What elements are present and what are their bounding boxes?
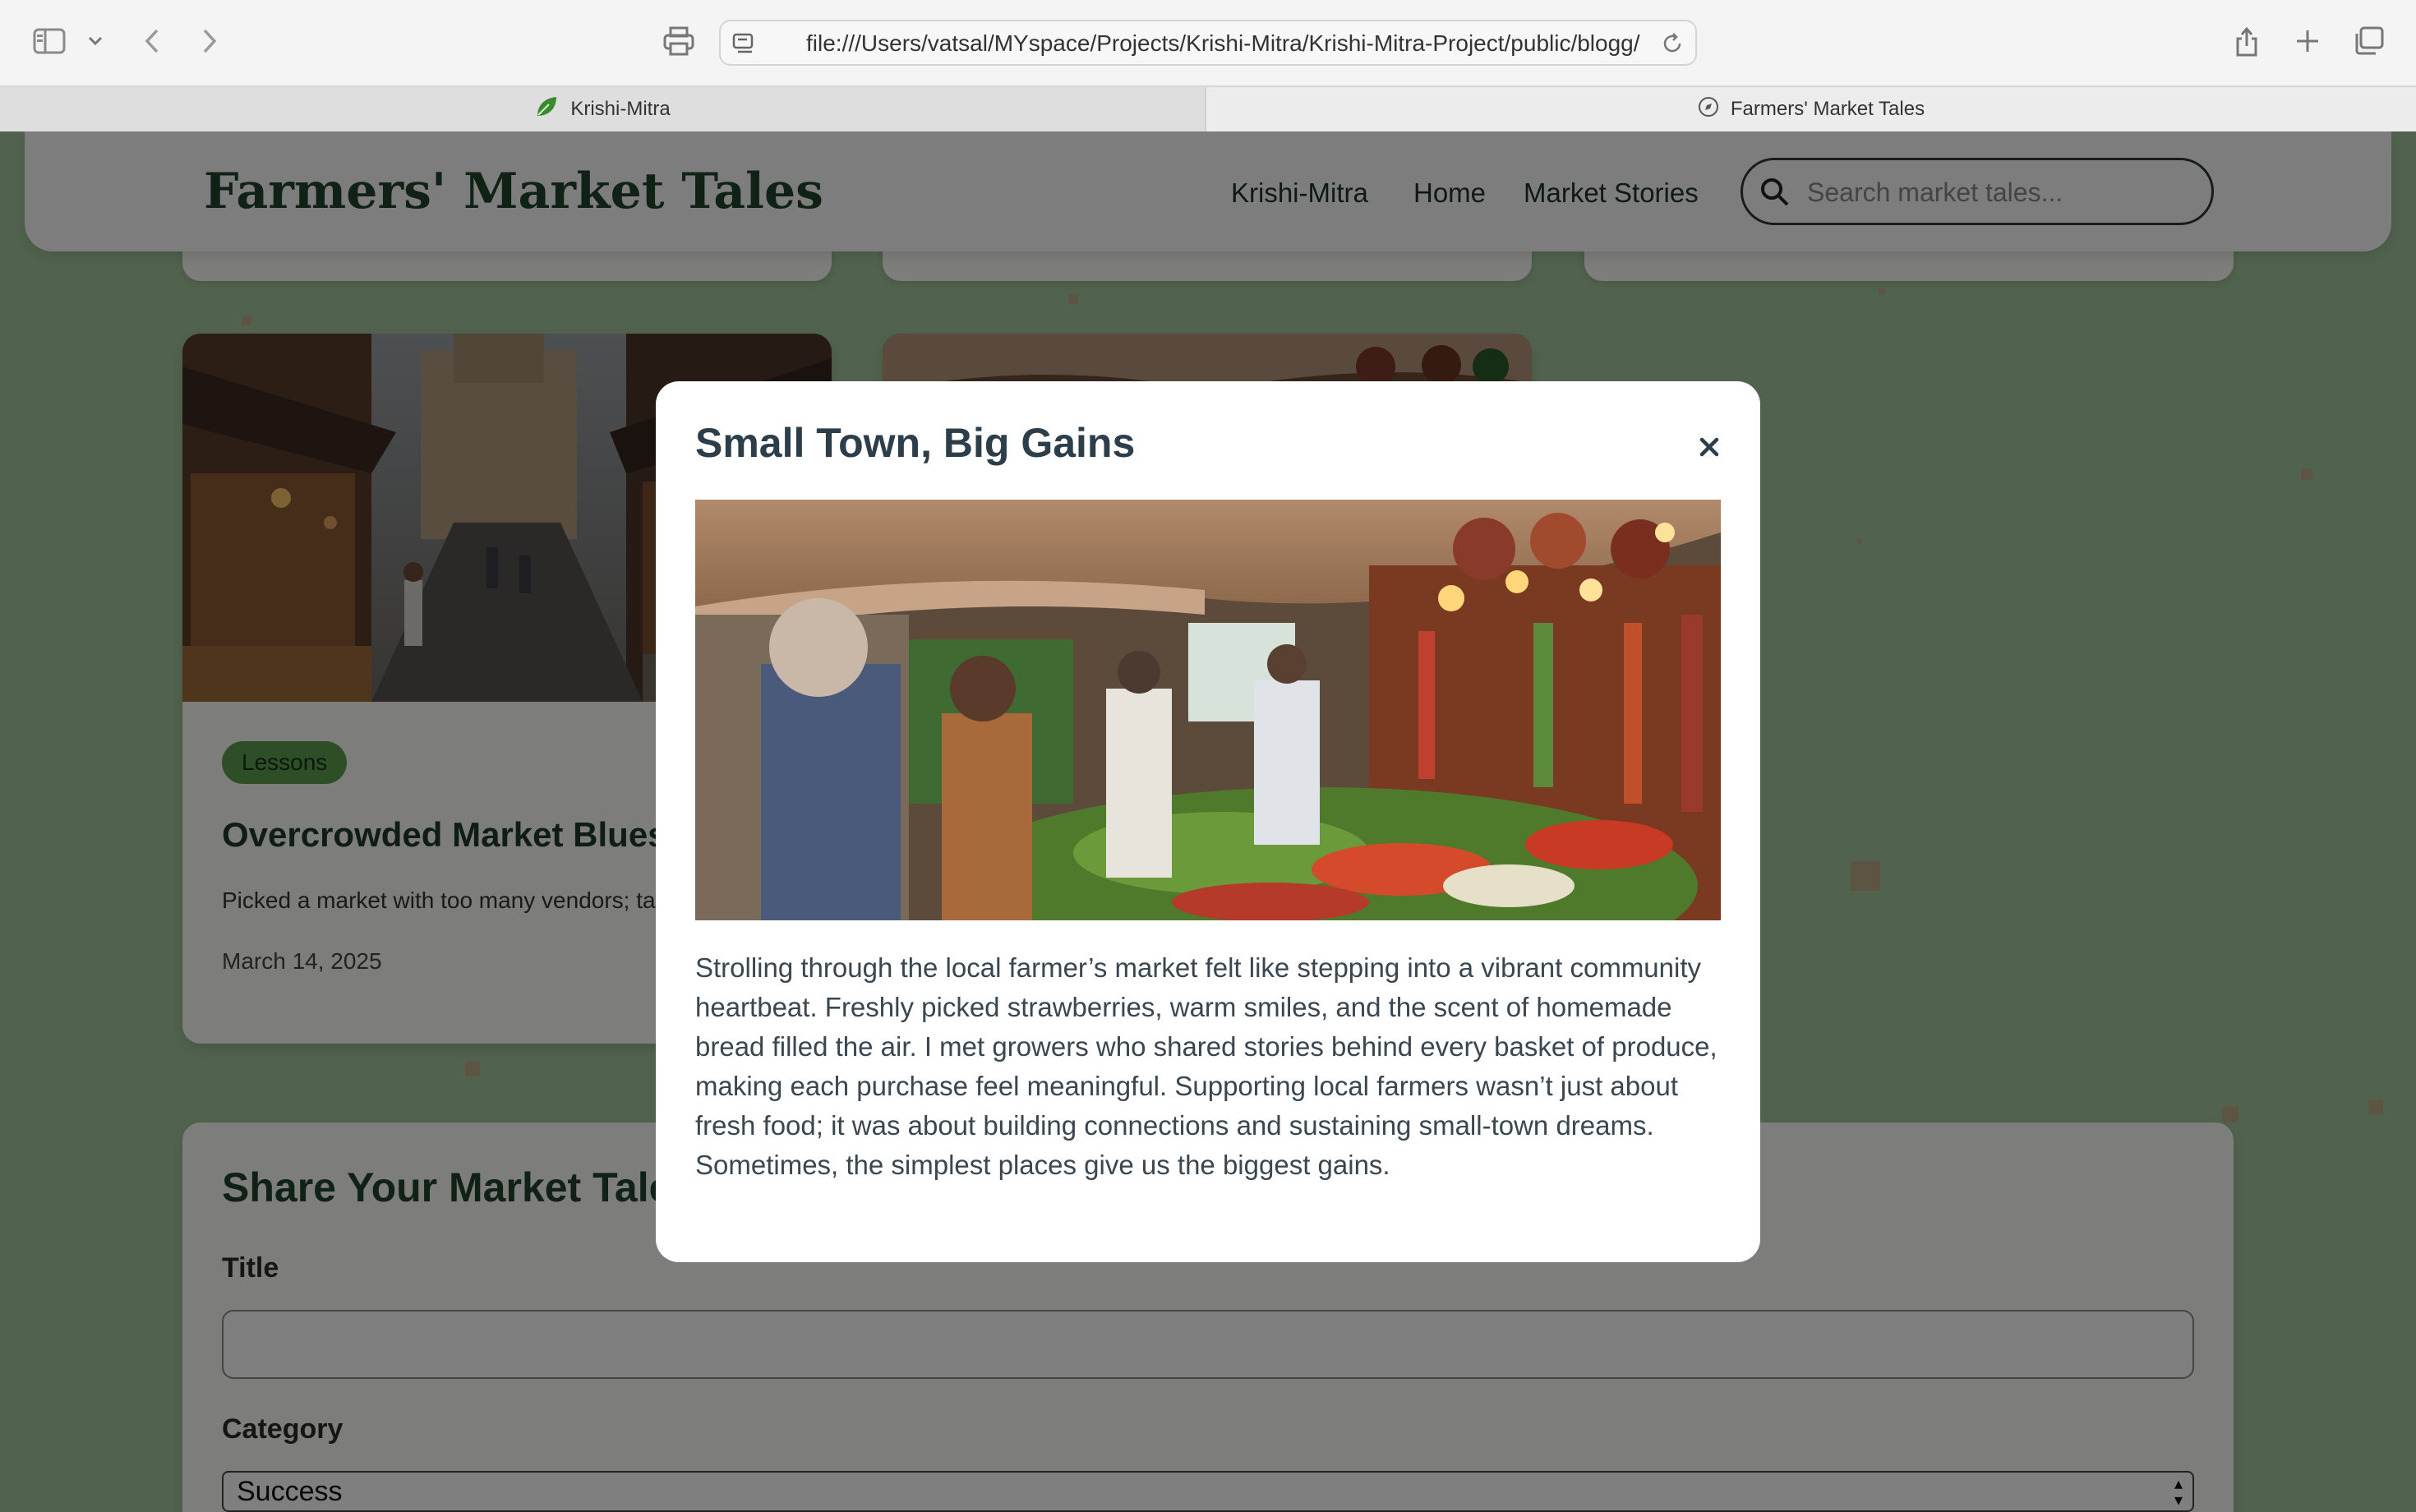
chevron-down-icon[interactable] (85, 31, 105, 51)
forward-icon[interactable] (197, 25, 222, 58)
browser-toolbar: file:///Users/vatsal/MYspace/Projects/Kr… (0, 0, 2416, 85)
tab-overview-icon[interactable] (2350, 25, 2386, 58)
leaf-icon (534, 94, 559, 125)
address-bar[interactable]: file:///Users/vatsal/MYspace/Projects/Kr… (719, 20, 1697, 66)
close-icon[interactable] (1691, 429, 1727, 465)
sidebar-toggle-icon[interactable] (33, 28, 66, 54)
modal-title: Small Town, Big Gains (695, 420, 1136, 466)
tab-label: Farmers' Market Tales (1730, 98, 1925, 120)
story-modal: Small Town, Big Gains Strolling through … (656, 381, 1760, 1262)
tab-bar: Krishi-Mitra Farmers' Market Tales (0, 85, 2416, 131)
tab-farmers-market-tales[interactable]: Farmers' Market Tales (1206, 87, 2416, 131)
url-text: file:///Users/vatsal/MYspace/Projects/Kr… (806, 30, 1640, 56)
back-icon[interactable] (140, 25, 164, 58)
new-tab-icon[interactable] (2291, 25, 2324, 58)
tab-label: Krishi-Mitra (570, 98, 671, 120)
compass-icon (1698, 96, 1719, 123)
page-settings-icon[interactable] (732, 32, 757, 59)
modal-body-text: Strolling through the local farmer’s mar… (695, 952, 1717, 1180)
tab-krishi-mitra[interactable]: Krishi-Mitra (0, 87, 1206, 131)
print-icon[interactable] (662, 25, 695, 58)
reload-icon[interactable] (1661, 32, 1684, 59)
modal-image (695, 500, 1721, 920)
page-viewport: Lessons Overcrowded Market Blues Picked … (0, 131, 2416, 1512)
share-icon[interactable] (2232, 23, 2262, 59)
